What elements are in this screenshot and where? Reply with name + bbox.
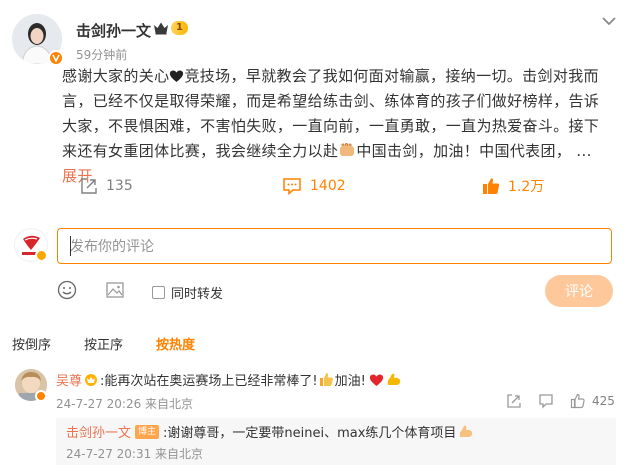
comment-meta: 24-7-27 20:26 来自北京 xyxy=(56,397,194,411)
repost-button[interactable]: 135 xyxy=(80,172,133,200)
post-header: 击剑孙一文 1 59分钟前 xyxy=(12,12,623,72)
reply-meta: 24-7-27 20:31 来自北京 xyxy=(66,447,204,461)
heart-icon xyxy=(170,70,184,82)
muscle-icon xyxy=(387,373,401,385)
author-name[interactable]: 击剑孙一文 xyxy=(76,20,151,41)
sort-oldest[interactable]: 按正序 xyxy=(84,334,123,353)
thumbs-up-icon xyxy=(483,178,500,194)
red-heart-icon xyxy=(369,373,383,386)
member-badge[interactable]: 1 xyxy=(153,21,188,35)
comment-button[interactable]: 1402 xyxy=(282,172,346,200)
comment-like-button[interactable]: 425 xyxy=(570,393,615,409)
comment-like-count: 425 xyxy=(592,394,615,408)
thumbs-up-outline-icon xyxy=(570,393,585,409)
comment-author[interactable]: 吴尊 xyxy=(56,370,82,389)
comment-count: 1402 xyxy=(310,178,346,194)
submit-comment-button[interactable]: 评论 xyxy=(545,275,613,307)
action-bar: 135 1402 1.2万 xyxy=(62,172,622,200)
thumbs-up-emoji-icon xyxy=(319,373,333,386)
my-verified-icon xyxy=(35,249,48,262)
repost-count: 135 xyxy=(106,178,133,194)
crown-icon xyxy=(85,374,98,386)
sort-bar: 按倒序 按正序 按热度 xyxy=(12,334,612,353)
comment-text: 吴尊 :能再次站在奥运赛场上已经非常棒了! 加油! xyxy=(56,370,402,389)
forward-checkbox[interactable]: 同时转发 xyxy=(152,283,223,302)
comment-body-2: 加油! xyxy=(334,374,366,389)
post-text-part-1: 感谢大家的关心 xyxy=(62,67,170,85)
text-caret xyxy=(70,236,71,256)
comment-input[interactable] xyxy=(57,228,612,264)
sort-newest[interactable]: 按倒序 xyxy=(12,334,51,353)
reply-text: 击剑孙一文 博主 :谢谢尊哥，一定要带neinei、max练几个体育项目 xyxy=(66,422,474,441)
like-button[interactable]: 1.2万 xyxy=(482,172,544,200)
reply-icon[interactable] xyxy=(538,393,554,412)
reply-author[interactable]: 击剑孙一文 xyxy=(66,422,131,441)
checkbox-box[interactable] xyxy=(152,286,165,299)
fist-icon xyxy=(340,143,355,156)
muscle-icon xyxy=(460,425,473,437)
image-icon[interactable] xyxy=(105,280,125,300)
share-icon[interactable] xyxy=(506,393,522,412)
author-avatar-wrap[interactable] xyxy=(12,14,64,66)
post-time[interactable]: 59分钟前 xyxy=(76,46,127,63)
reply-block: 击剑孙一文 博主 :谢谢尊哥，一定要带neinei、max练几个体育项目 24-… xyxy=(56,418,616,465)
post-text-part-3: 中国击剑，加油！中国代表团， ... xyxy=(356,142,592,160)
like-count: 1.2万 xyxy=(508,179,545,195)
reply-body: :谢谢尊哥，一定要带neinei、max练几个体育项目 xyxy=(163,426,457,441)
emoji-icon[interactable] xyxy=(57,280,77,300)
author-tag: 博主 xyxy=(135,424,160,439)
comment-body: :能再次站在奥运赛场上已经非常棒了! xyxy=(100,374,318,389)
chevron-down-icon[interactable] xyxy=(599,14,619,28)
commenter-verified-icon xyxy=(35,390,47,402)
comment-icon xyxy=(283,178,301,195)
forward-label: 同时转发 xyxy=(171,287,224,302)
post-text: 感谢大家的关心 竞技场，早就教会了我如何面对输赢，接纳一切。击剑对我而言，已经不仅… xyxy=(62,64,607,189)
sort-hot[interactable]: 按热度 xyxy=(156,334,195,353)
repost-icon xyxy=(81,178,97,194)
level-badge: 1 xyxy=(171,21,188,35)
crown-icon xyxy=(154,22,168,35)
